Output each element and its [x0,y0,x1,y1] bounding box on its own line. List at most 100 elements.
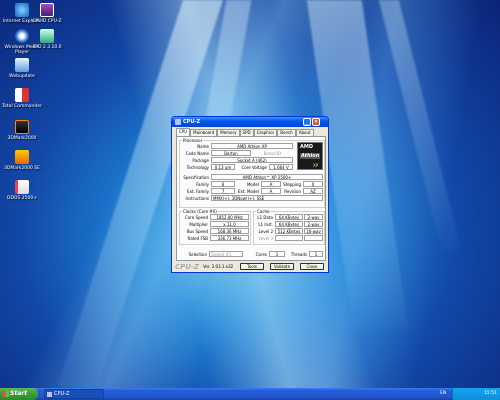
level3-value [275,235,303,241]
icon-label: Total Commander [2,104,42,109]
level2-label: Level 2 [258,229,273,234]
3dmark-se-icon [15,150,29,164]
package-label: Package [192,158,209,163]
level2-value: 512 KBytes [275,228,303,234]
tab-about[interactable]: About [295,129,314,136]
family-label: Family [196,182,209,187]
logo-brand: AMD [300,144,313,150]
tab-graphics[interactable]: Graphics [253,129,278,136]
tab-memory[interactable]: Memory [217,129,240,136]
document-icon [15,180,29,194]
bottom-bar: CPU-Z Ver. 2.03.1.x32 Tools Validate Clo… [172,262,328,272]
minimize-button[interactable]: _ [303,118,311,126]
desktop-icon-3dmark-se[interactable]: 3DMark2000 SE [2,150,42,171]
logo-sub: XP [313,163,319,168]
codename-label: Code Name [185,151,209,156]
ext-family-label: Ext. Family [187,189,209,194]
cpu-tab-panel: Processor Name AMD Athlon XP Code Name B… [176,136,326,261]
tab-spd[interactable]: SPD [239,129,254,136]
desktop-icon-total-commander[interactable]: Total Commander [2,88,42,109]
technology-value: 0.13 um [211,164,235,170]
cpuz-brand: CPU-Z [175,263,199,271]
title-bar[interactable]: CPU-Z _ × [172,117,328,127]
desktop-icon-webupdate[interactable]: Webupdate [2,58,42,79]
technology-label: Technology [186,165,209,170]
clock[interactable]: 15:51 [484,391,497,396]
tab-cpu[interactable]: CPU [176,128,191,136]
selection-dropdown[interactable]: Socket #1 [209,251,243,257]
webupdate-icon [15,58,29,72]
codename-value: Barton [211,150,251,156]
icon-label: 3DMark2000 SE [3,166,40,171]
desktop-icon-cpuz[interactable]: CPUID CPU-Z [27,3,67,24]
icon-label: 3DMark2000 [7,136,37,141]
instructions-value: MMX(+), 3DNow!(+), SSE [211,195,323,201]
logo-product: Athlon [300,153,321,159]
tab-strip: CPU Mainboard Memory SPD Graphics Bench … [176,128,314,136]
stepping-label: Stepping [283,182,301,187]
icon-label: DDOS 2500+ [7,196,37,201]
instructions-label: Instructions [185,196,210,201]
l1-inst-value: 64 KBytes [275,221,303,227]
tab-bench[interactable]: Bench [277,129,296,136]
multiplier-label: Multiplier [189,222,208,227]
ext-family-value: 7 [211,188,235,194]
total-commander-icon [15,88,29,102]
start-label: Start [10,390,28,397]
start-button[interactable]: Start [0,388,38,400]
multiplier-value: x 11.0 [210,221,249,227]
cpuz-task-icon [47,392,52,397]
specification-label: Specification [183,175,209,180]
desktop-icon-document[interactable]: DDOS 2500+ [2,180,42,201]
icon-label: SPD 2.3.10.0 [32,45,62,50]
close-window-button[interactable]: × [312,118,320,126]
processor-legend: Processor [183,138,203,143]
revision-value: AZ [303,188,323,194]
l1-data-value: 64 KBytes [275,214,303,220]
taskbar: Start CPU-Z EN 15:51 [0,388,500,400]
cores-label: Cores [255,252,267,257]
threads-value: 1 [309,251,323,257]
language-indicator[interactable]: EN [440,388,446,400]
threads-label: Threads [290,252,307,257]
brand-id-label: Brand ID [263,151,282,156]
icon-label: Webupdate [9,74,35,79]
cpuz-app-icon [175,119,181,125]
level2-assoc: 16-way [304,228,323,234]
core-speed-label: Core Speed [184,215,208,220]
rated-fsb-label: Rated FSB [187,236,209,241]
taskbar-item-cpuz[interactable]: CPU-Z [44,389,104,399]
icon-label: CPUID CPU-Z [32,19,62,24]
bus-speed-label: Bus Speed [186,229,208,234]
close-button[interactable]: Close [300,263,324,270]
3dmark-icon [15,120,29,134]
version-text: Ver. 2.03.1.x32 [203,264,234,269]
cpuz-window: CPU-Z _ × CPU Mainboard Memory SPD Graph… [171,116,329,273]
rated-fsb-value: 336.73 MHz [210,235,249,241]
tab-mainboard[interactable]: Mainboard [190,129,218,136]
core-voltage-label: Core Voltage [241,165,267,170]
level3-assoc [304,235,323,241]
package-value: Socket A (462) [211,157,293,163]
level3-label: Level 3 [258,236,273,241]
selection-label: Selection [188,252,207,257]
ext-model-label: Ext. Model [237,189,259,194]
model-value: A [261,181,281,187]
windows-flag-icon [3,391,9,397]
desktop-icon-3dmark[interactable]: 3DMark2000 [2,120,42,141]
ext-model-value: A [261,188,281,194]
desktop-icon-spd[interactable]: SPD 2.3.10.0 [27,29,67,50]
window-title: CPU-Z [183,119,201,125]
system-tray: 15:51 [452,388,500,400]
name-value: AMD Athlon XP [211,143,293,149]
cores-value: 1 [269,251,285,257]
tools-button[interactable]: Tools [240,263,264,270]
specification-value: AMD Athlon™ XP 2500+ [211,174,323,180]
family-value: 6 [211,181,235,187]
validate-button[interactable]: Validate [270,263,294,270]
core-speed-value: 1852.00 MHz [210,214,249,220]
cache-legend: Cache [257,209,270,214]
revision-label: Revision [284,189,301,194]
l1-inst-label: L1 Inst. [258,222,273,227]
task-label: CPU-Z [54,391,70,397]
